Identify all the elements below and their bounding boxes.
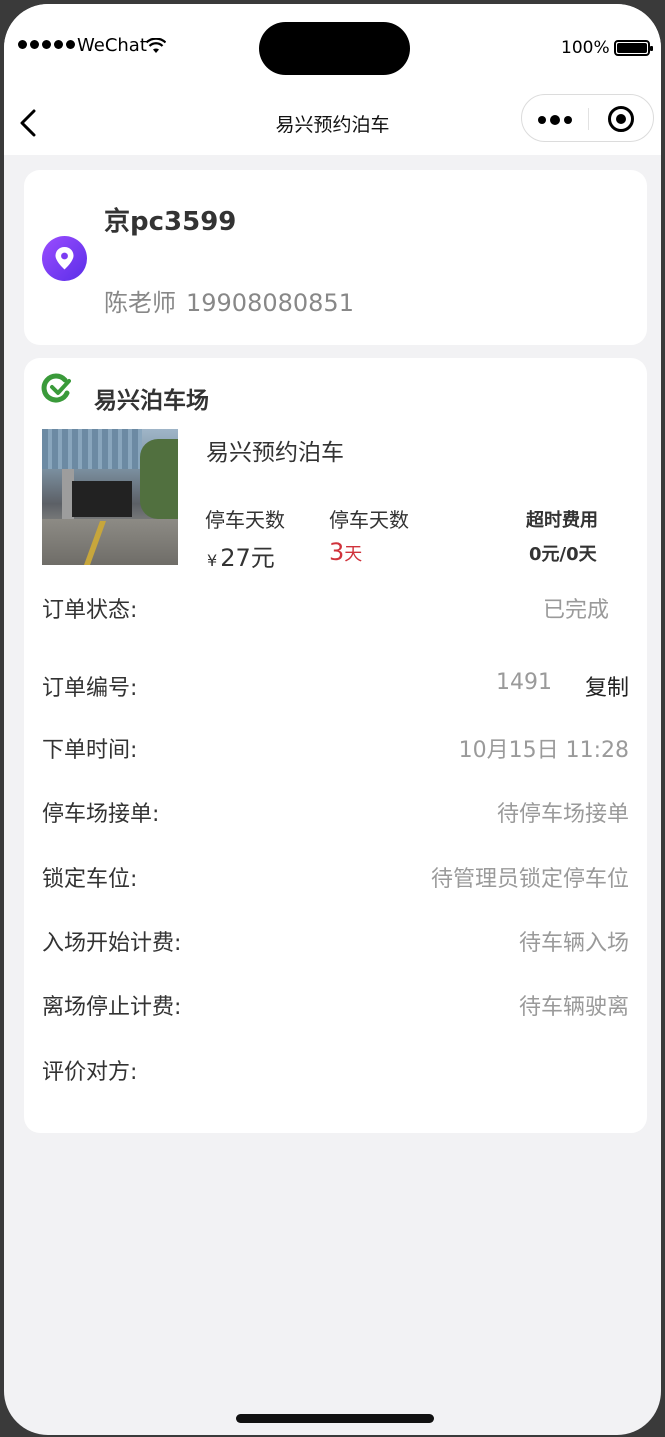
parking-lot-photo [42, 429, 178, 565]
entry-billing-label: 入场开始计费: [42, 931, 182, 956]
entry-billing-row: 入场开始计费: 待车辆入场 [42, 925, 629, 959]
lock-space-label: 锁定车位: [42, 867, 138, 892]
carrier-name: WeChat [77, 35, 147, 56]
contact-info: 陈老师 19908080851 [104, 283, 354, 318]
contact-phone: 19908080851 [186, 289, 354, 317]
exit-billing-value: 待车辆驶离 [518, 995, 629, 1020]
lot-accept-value: 待停车场接单 [496, 802, 629, 827]
top-bar: WeChat 100% 易兴预约泊车 [4, 4, 661, 155]
lot-name: 易兴泊车场 [94, 388, 209, 414]
battery-percent: 100% [561, 38, 610, 58]
order-number-label: 订单编号: [42, 676, 138, 701]
overtime-label: 超时费用 [526, 510, 598, 531]
status-bar: WeChat 100% [4, 4, 661, 88]
order-number-value: 1491 [496, 670, 552, 695]
days-unit: 天 [344, 544, 363, 565]
lot-accept-label: 停车场接单: [42, 802, 160, 827]
more-dots-icon[interactable] [538, 115, 572, 125]
signal-icon [18, 40, 75, 49]
vehicle-card: 京pc3599 陈老师 19908080851 [24, 170, 647, 345]
order-time-label: 下单时间: [42, 738, 138, 763]
capsule-divider [588, 108, 589, 130]
contact-name: 陈老师 [104, 289, 176, 317]
home-indicator [236, 1414, 434, 1423]
exit-billing-label: 离场停止计费: [42, 995, 182, 1020]
order-status-row: 订单状态: 已完成 [42, 592, 629, 626]
wifi-icon [146, 38, 166, 53]
order-number-row: 订单编号: 1491 复制 [42, 670, 629, 704]
mini-program-capsule [521, 94, 654, 142]
overtime-value: 0元/0天 [529, 544, 597, 565]
order-card: 易兴泊车场 易兴预约泊车 停车天数 停车天数 超时费用 ¥27元 3天 0元/0… [24, 358, 647, 1133]
order-status-value: 已完成 [542, 598, 609, 623]
exit-billing-row: 离场停止计费: 待车辆驶离 [42, 989, 629, 1023]
lock-space-value: 待管理员锁定停车位 [430, 867, 629, 892]
fee-label: 停车天数 [205, 508, 285, 532]
service-name: 易兴预约泊车 [206, 440, 344, 466]
fee-amount: 27元 [220, 544, 275, 572]
days-number: 3 [329, 538, 345, 566]
lot-logo-icon [41, 373, 71, 403]
days-value: 3天 [329, 538, 362, 566]
order-time-value: 10月15日 11:28 [458, 738, 629, 763]
license-plate: 京pc3599 [104, 207, 237, 237]
fee-value: ¥27元 [207, 538, 275, 573]
review-row[interactable]: 评价对方: [42, 1054, 629, 1088]
order-status-label: 订单状态: [42, 598, 138, 623]
lot-accept-row: 停车场接单: 待停车场接单 [42, 796, 629, 830]
order-time-row: 下单时间: 10月15日 11:28 [42, 732, 629, 766]
phone-screen: WeChat 100% 易兴预约泊车 京pc3599 陈老师 199080808… [4, 4, 661, 1435]
battery-icon [614, 40, 653, 56]
location-pin-icon [42, 236, 87, 281]
currency-symbol: ¥ [207, 551, 218, 570]
lock-space-row: 锁定车位: 待管理员锁定停车位 [42, 861, 629, 895]
dynamic-island [259, 22, 410, 75]
entry-billing-value: 待车辆入场 [518, 931, 629, 956]
days-label: 停车天数 [329, 508, 409, 532]
target-icon[interactable] [608, 106, 634, 132]
copy-button[interactable]: 复制 [585, 670, 629, 702]
review-label: 评价对方: [42, 1060, 138, 1085]
